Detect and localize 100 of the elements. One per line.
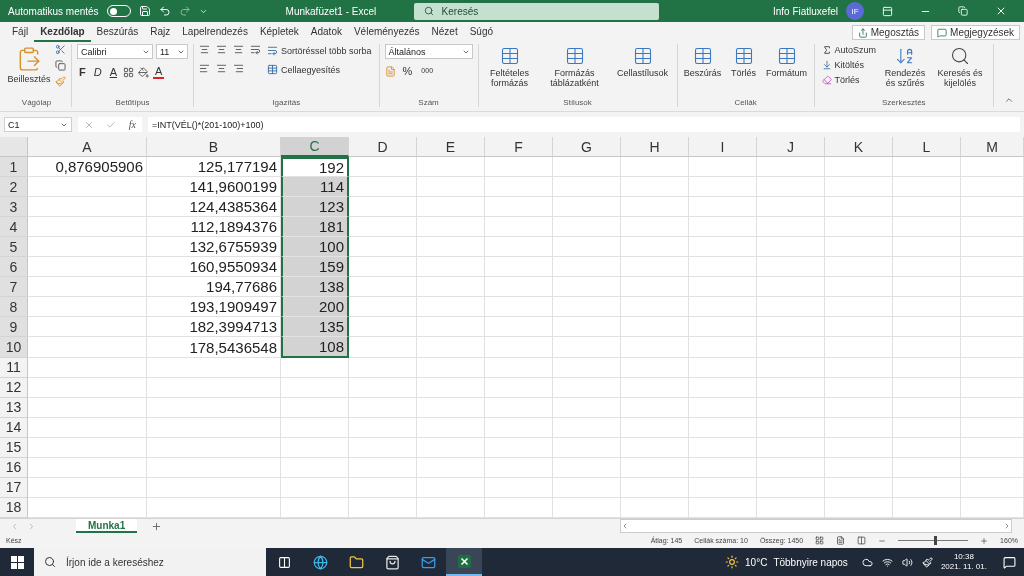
spreadsheet-app-icon[interactable]	[456, 553, 472, 569]
normal-view-icon[interactable]	[815, 536, 825, 545]
notification-icon[interactable]	[1003, 555, 1016, 569]
align-center-icon[interactable]	[216, 63, 227, 74]
row-header[interactable]: 11	[0, 357, 28, 378]
menu-tab[interactable]: Képletek	[253, 26, 305, 42]
column-header[interactable]: E	[417, 137, 485, 157]
underline-button[interactable]: A	[107, 66, 120, 78]
row-header[interactable]: 3	[0, 197, 28, 218]
column-header[interactable]: M	[961, 137, 1024, 157]
wrap-text-button[interactable]: Sortöréssel több sorba	[265, 44, 374, 57]
row-header[interactable]: 16	[0, 457, 28, 478]
percent-button[interactable]: %	[400, 65, 415, 77]
row-header[interactable]: 1	[0, 157, 28, 178]
ribbon-button[interactable]: Feltételes formázás	[483, 44, 536, 91]
menu-tab[interactable]: Rajz	[144, 26, 177, 42]
save-icon[interactable]	[138, 5, 151, 17]
row-header[interactable]: 12	[0, 377, 28, 398]
clear-button[interactable]: Törlés	[819, 74, 879, 86]
column-header[interactable]: G	[553, 137, 621, 157]
comments-button[interactable]: Megjegyzések	[931, 25, 1020, 40]
column-header[interactable]: K	[825, 137, 893, 157]
mail-icon[interactable]	[420, 554, 436, 570]
row-header[interactable]: 9	[0, 317, 28, 338]
browser-icon[interactable]	[312, 554, 328, 570]
ribbon-button[interactable]: Beszúrás	[682, 44, 723, 81]
scroll-right-icon[interactable]	[1003, 522, 1011, 530]
column-header[interactable]: L	[893, 137, 961, 157]
fill-color-icon[interactable]	[138, 66, 150, 78]
name-box[interactable]: C1	[4, 117, 72, 132]
row-header[interactable]: 4	[0, 217, 28, 238]
bold-button[interactable]: F	[77, 66, 88, 78]
font-name-field[interactable]: Calibri	[77, 44, 153, 59]
add-sheet-icon[interactable]	[151, 520, 163, 532]
scissors-icon[interactable]	[55, 44, 66, 55]
menu-tab[interactable]: Adatok	[304, 26, 348, 42]
column-header[interactable]: D	[349, 137, 417, 157]
column-header[interactable]: B	[147, 137, 281, 157]
column-header[interactable]: H	[621, 137, 689, 157]
store-icon[interactable]	[384, 554, 400, 570]
scroll-left-icon[interactable]	[621, 522, 629, 530]
row-header[interactable]: 2	[0, 177, 28, 198]
number-format-field[interactable]: Általános	[384, 44, 473, 59]
autosum-button[interactable]: AutoSzum	[819, 44, 879, 56]
menu-tab[interactable]: Nézet	[425, 26, 464, 42]
menu-tab[interactable]: Súgó	[463, 26, 500, 42]
italic-button[interactable]: D	[91, 66, 104, 78]
row-header[interactable]: 8	[0, 297, 28, 318]
volume-icon[interactable]	[901, 556, 913, 568]
search-field[interactable]: Keresés	[413, 2, 659, 20]
menu-tab[interactable]: Beszúrás	[90, 26, 145, 42]
column-header[interactable]: C	[281, 137, 349, 157]
share-button[interactable]: Megosztás	[851, 25, 926, 40]
row-header[interactable]: 10	[0, 337, 28, 358]
copy-icon[interactable]	[55, 60, 66, 71]
taskbar-search-field[interactable]: Írjon ide a kereséshez	[34, 548, 266, 576]
cloud-icon[interactable]	[861, 556, 873, 568]
menu-tab[interactable]: Véleményezés	[347, 26, 426, 42]
row-header[interactable]: 15	[0, 437, 28, 458]
page-break-icon[interactable]	[857, 536, 867, 545]
clock-date[interactable]: 2021. 11. 01.	[940, 562, 987, 573]
undo-icon[interactable]	[158, 5, 171, 17]
formula-field[interactable]: =INT(VÉL()*(201-100)+100)	[148, 117, 1020, 132]
insert-function-button[interactable]: fx	[128, 119, 136, 130]
weather-icon[interactable]	[725, 555, 740, 569]
fill-button[interactable]: Kitöltés	[819, 59, 879, 71]
column-header[interactable]: I	[689, 137, 757, 157]
row-header[interactable]: 18	[0, 497, 28, 518]
task-view-icon[interactable]	[277, 555, 291, 569]
ribbon-button[interactable]: Formátum	[764, 44, 809, 81]
page-layout-icon[interactable]	[836, 536, 846, 545]
font-size-field[interactable]: 11	[156, 44, 188, 59]
zoom-in-icon[interactable]	[980, 536, 989, 545]
find-select-button[interactable]: Keresés és kijelölés	[932, 44, 989, 91]
close-icon[interactable]	[995, 5, 1007, 17]
network-icon[interactable]	[881, 556, 893, 568]
windows-logo-icon[interactable]	[10, 555, 24, 569]
collapse-icon[interactable]	[1004, 95, 1014, 105]
row-header[interactable]: 5	[0, 237, 28, 258]
column-header[interactable]: J	[757, 137, 825, 157]
row-header[interactable]: 14	[0, 417, 28, 438]
font-color-button[interactable]: A	[153, 65, 165, 79]
ribbon-button[interactable]: Cellastílusok	[613, 44, 672, 81]
temperature-text[interactable]: 10°C	[745, 556, 768, 568]
ribbon-display-icon[interactable]	[881, 5, 893, 17]
paste-button[interactable]: Beillesztés	[7, 44, 51, 87]
column-header[interactable]: A	[28, 137, 147, 157]
clock-time[interactable]: 10:38	[953, 551, 974, 562]
column-header[interactable]: F	[485, 137, 553, 157]
menu-tab[interactable]: Fájl	[6, 26, 35, 42]
merge-button[interactable]: Cellaegyesítés	[265, 63, 374, 76]
folder-icon[interactable]	[348, 554, 364, 570]
ribbon-button[interactable]: Formázás táblázatként	[539, 44, 610, 91]
row-header[interactable]: 6	[0, 257, 28, 278]
sort-filter-button[interactable]: Rendezés és szűrés	[882, 44, 929, 91]
row-header[interactable]: 13	[0, 397, 28, 418]
zoom-thumb[interactable]	[934, 536, 938, 545]
pen-icon[interactable]	[921, 556, 933, 568]
align-right-icon[interactable]	[233, 63, 244, 74]
sheet-tab[interactable]: Munka1	[76, 519, 138, 533]
